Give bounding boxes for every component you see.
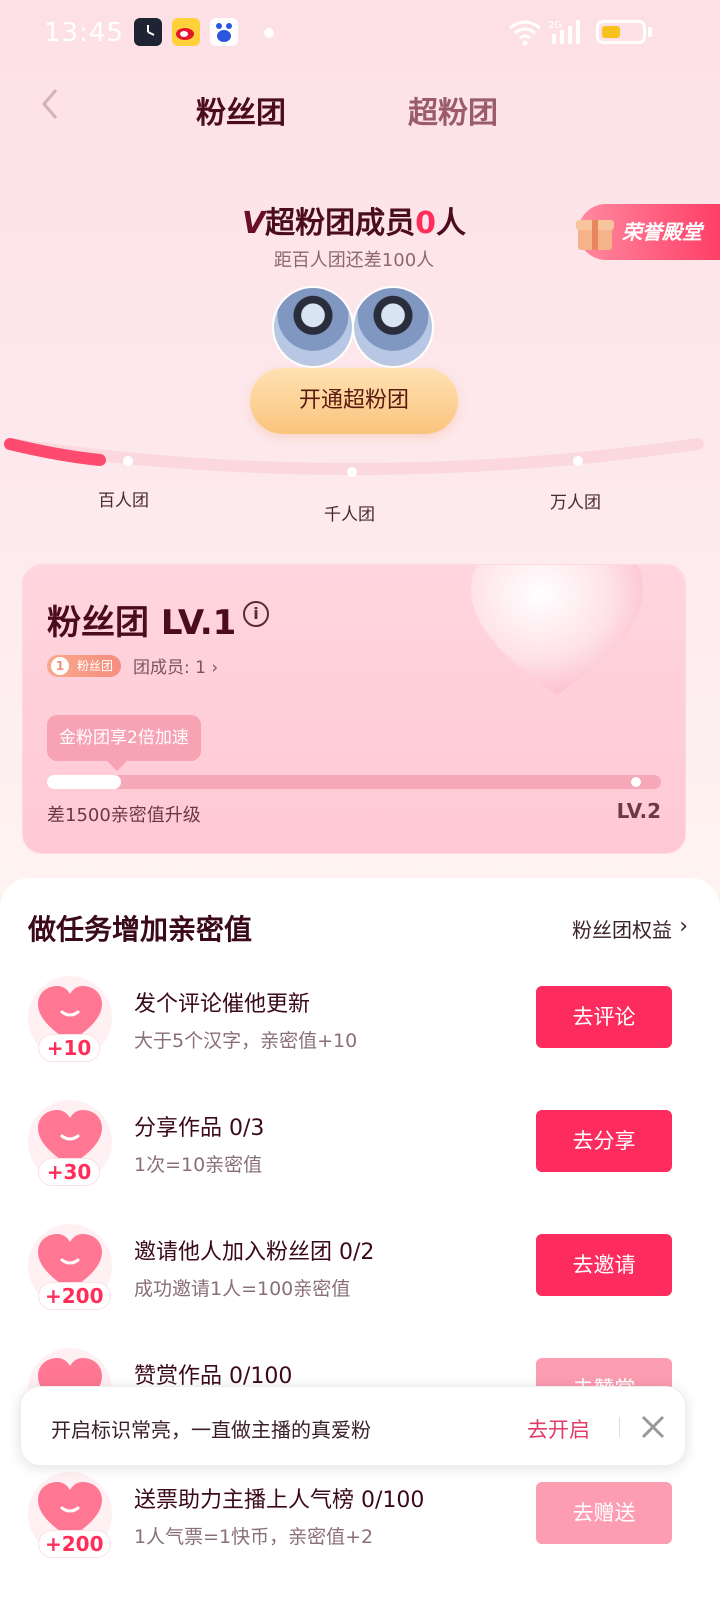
task-heading: 做任务增加亲密值 [28, 913, 253, 946]
close-icon [641, 1415, 665, 1439]
share-button[interactable]: 去分享 [536, 1110, 672, 1172]
super-fan-title-suffix: 人 [436, 206, 467, 241]
progress-end-dot [631, 777, 641, 787]
badge-label: 粉丝团 [77, 659, 114, 673]
task-desc: 1次=10亲密值 [134, 1154, 263, 1176]
milestone-dot [123, 456, 133, 466]
gift-vote-button[interactable]: 去赠送 [536, 1482, 672, 1544]
avatar[interactable] [272, 286, 354, 368]
member-count-link[interactable]: 团成员: 1 › [133, 653, 218, 678]
battery-icon [596, 20, 646, 44]
battery-cap [648, 27, 652, 37]
super-fan-count: 0 [415, 206, 437, 241]
chevron-right-icon: › [211, 658, 219, 678]
task-row: +30 分享作品 0/3 1次=10亲密值 去分享 [0, 1100, 720, 1210]
info-icon[interactable]: i [243, 601, 269, 627]
milestone-dot [573, 456, 583, 466]
points-badge: +200 [38, 1282, 111, 1310]
milestone-ten-thousand: 万人团 [550, 493, 601, 513]
gift-box-icon [576, 220, 614, 250]
badge-number: 1 [51, 657, 69, 675]
next-level-label: LV.2 [616, 799, 661, 823]
task-row: +200 送票助力主播上人气榜 0/100 1人气票=1快币，亲密值+2 去赠送 [0, 1472, 720, 1582]
points-badge: +10 [38, 1034, 100, 1062]
task-title: 分享作品 0/3 [134, 1116, 265, 1141]
level-title: 粉丝团 LV.1 [47, 603, 237, 643]
progress-note: 差1500亲密值升级 [47, 805, 201, 826]
back-button[interactable] [34, 86, 70, 122]
task-title: 发个评论催他更新 [134, 992, 311, 1017]
avatar[interactable] [352, 286, 434, 368]
toast-banner: 开启标识常亮，一直做主播的真爱粉 去开启 [20, 1386, 686, 1466]
milestone-dot [347, 467, 357, 477]
honor-hall-button[interactable]: 荣誉殿堂 [576, 204, 720, 260]
heart-icon [471, 565, 643, 695]
status-bar: 13:45 2G [0, 0, 720, 64]
milestone-track [4, 438, 704, 477]
benefits-link[interactable]: 粉丝团权益 [572, 914, 672, 943]
task-title: 送票助力主播上人气榜 0/100 [134, 1488, 425, 1513]
baidu-icon [210, 18, 238, 46]
signal-icon: 2G [548, 16, 586, 50]
task-title: 邀请他人加入粉丝团 0/2 [134, 1240, 375, 1265]
chevron-right-icon: › [679, 914, 688, 939]
toast-text: 开启标识常亮，一直做主播的真爱粉 [51, 1418, 371, 1442]
close-button[interactable] [633, 1407, 673, 1447]
task-desc: 大于5个汉字，亲密值+10 [134, 1030, 358, 1052]
progress-bar [47, 775, 661, 789]
level-card: 粉丝团 LV.1 i 1 粉丝团 团成员: 1 › 金粉团享2倍加速 差1500… [22, 564, 686, 854]
clock-app-icon [134, 18, 162, 46]
weibo-icon [172, 18, 200, 46]
milestone-thousand: 千人团 [324, 505, 375, 525]
task-desc: 1人气票=1快币，亲密值+2 [134, 1526, 374, 1548]
svg-text:2G: 2G [548, 20, 562, 31]
points-badge: +30 [38, 1158, 100, 1186]
tab-super-fans[interactable]: 超粉团 [408, 88, 498, 132]
status-time: 13:45 [44, 18, 124, 48]
wifi-icon [508, 18, 542, 50]
v-badge-icon: V [241, 206, 266, 241]
comment-button[interactable]: 去评论 [536, 986, 672, 1048]
enable-button[interactable]: 去开启 [527, 1414, 590, 1444]
task-desc: 成功邀请1人=100亲密值 [134, 1278, 351, 1300]
super-fan-title-main: 超粉团成员 [265, 206, 416, 241]
progress-fill [47, 775, 121, 789]
divider [619, 1417, 620, 1437]
task-row: +10 发个评论催他更新 大于5个汉字，亲密值+10 去评论 [0, 976, 720, 1086]
notification-dot-icon [264, 28, 274, 38]
milestone-hundred: 百人团 [98, 491, 149, 511]
member-count-text: 团成员: 1 [133, 658, 206, 678]
points-badge: +200 [38, 1530, 111, 1558]
task-row: +200 邀请他人加入粉丝团 0/2 成功邀请1人=100亲密值 去邀请 [0, 1224, 720, 1334]
invite-button[interactable]: 去邀请 [536, 1234, 672, 1296]
tab-fans-club[interactable]: 粉丝团 [196, 88, 286, 132]
honor-hall-label: 荣誉殿堂 [622, 220, 702, 244]
speed-tag: 金粉团享2倍加速 [47, 715, 201, 771]
fan-badge: 1 粉丝团 [47, 655, 122, 677]
chevron-left-icon [42, 89, 58, 119]
